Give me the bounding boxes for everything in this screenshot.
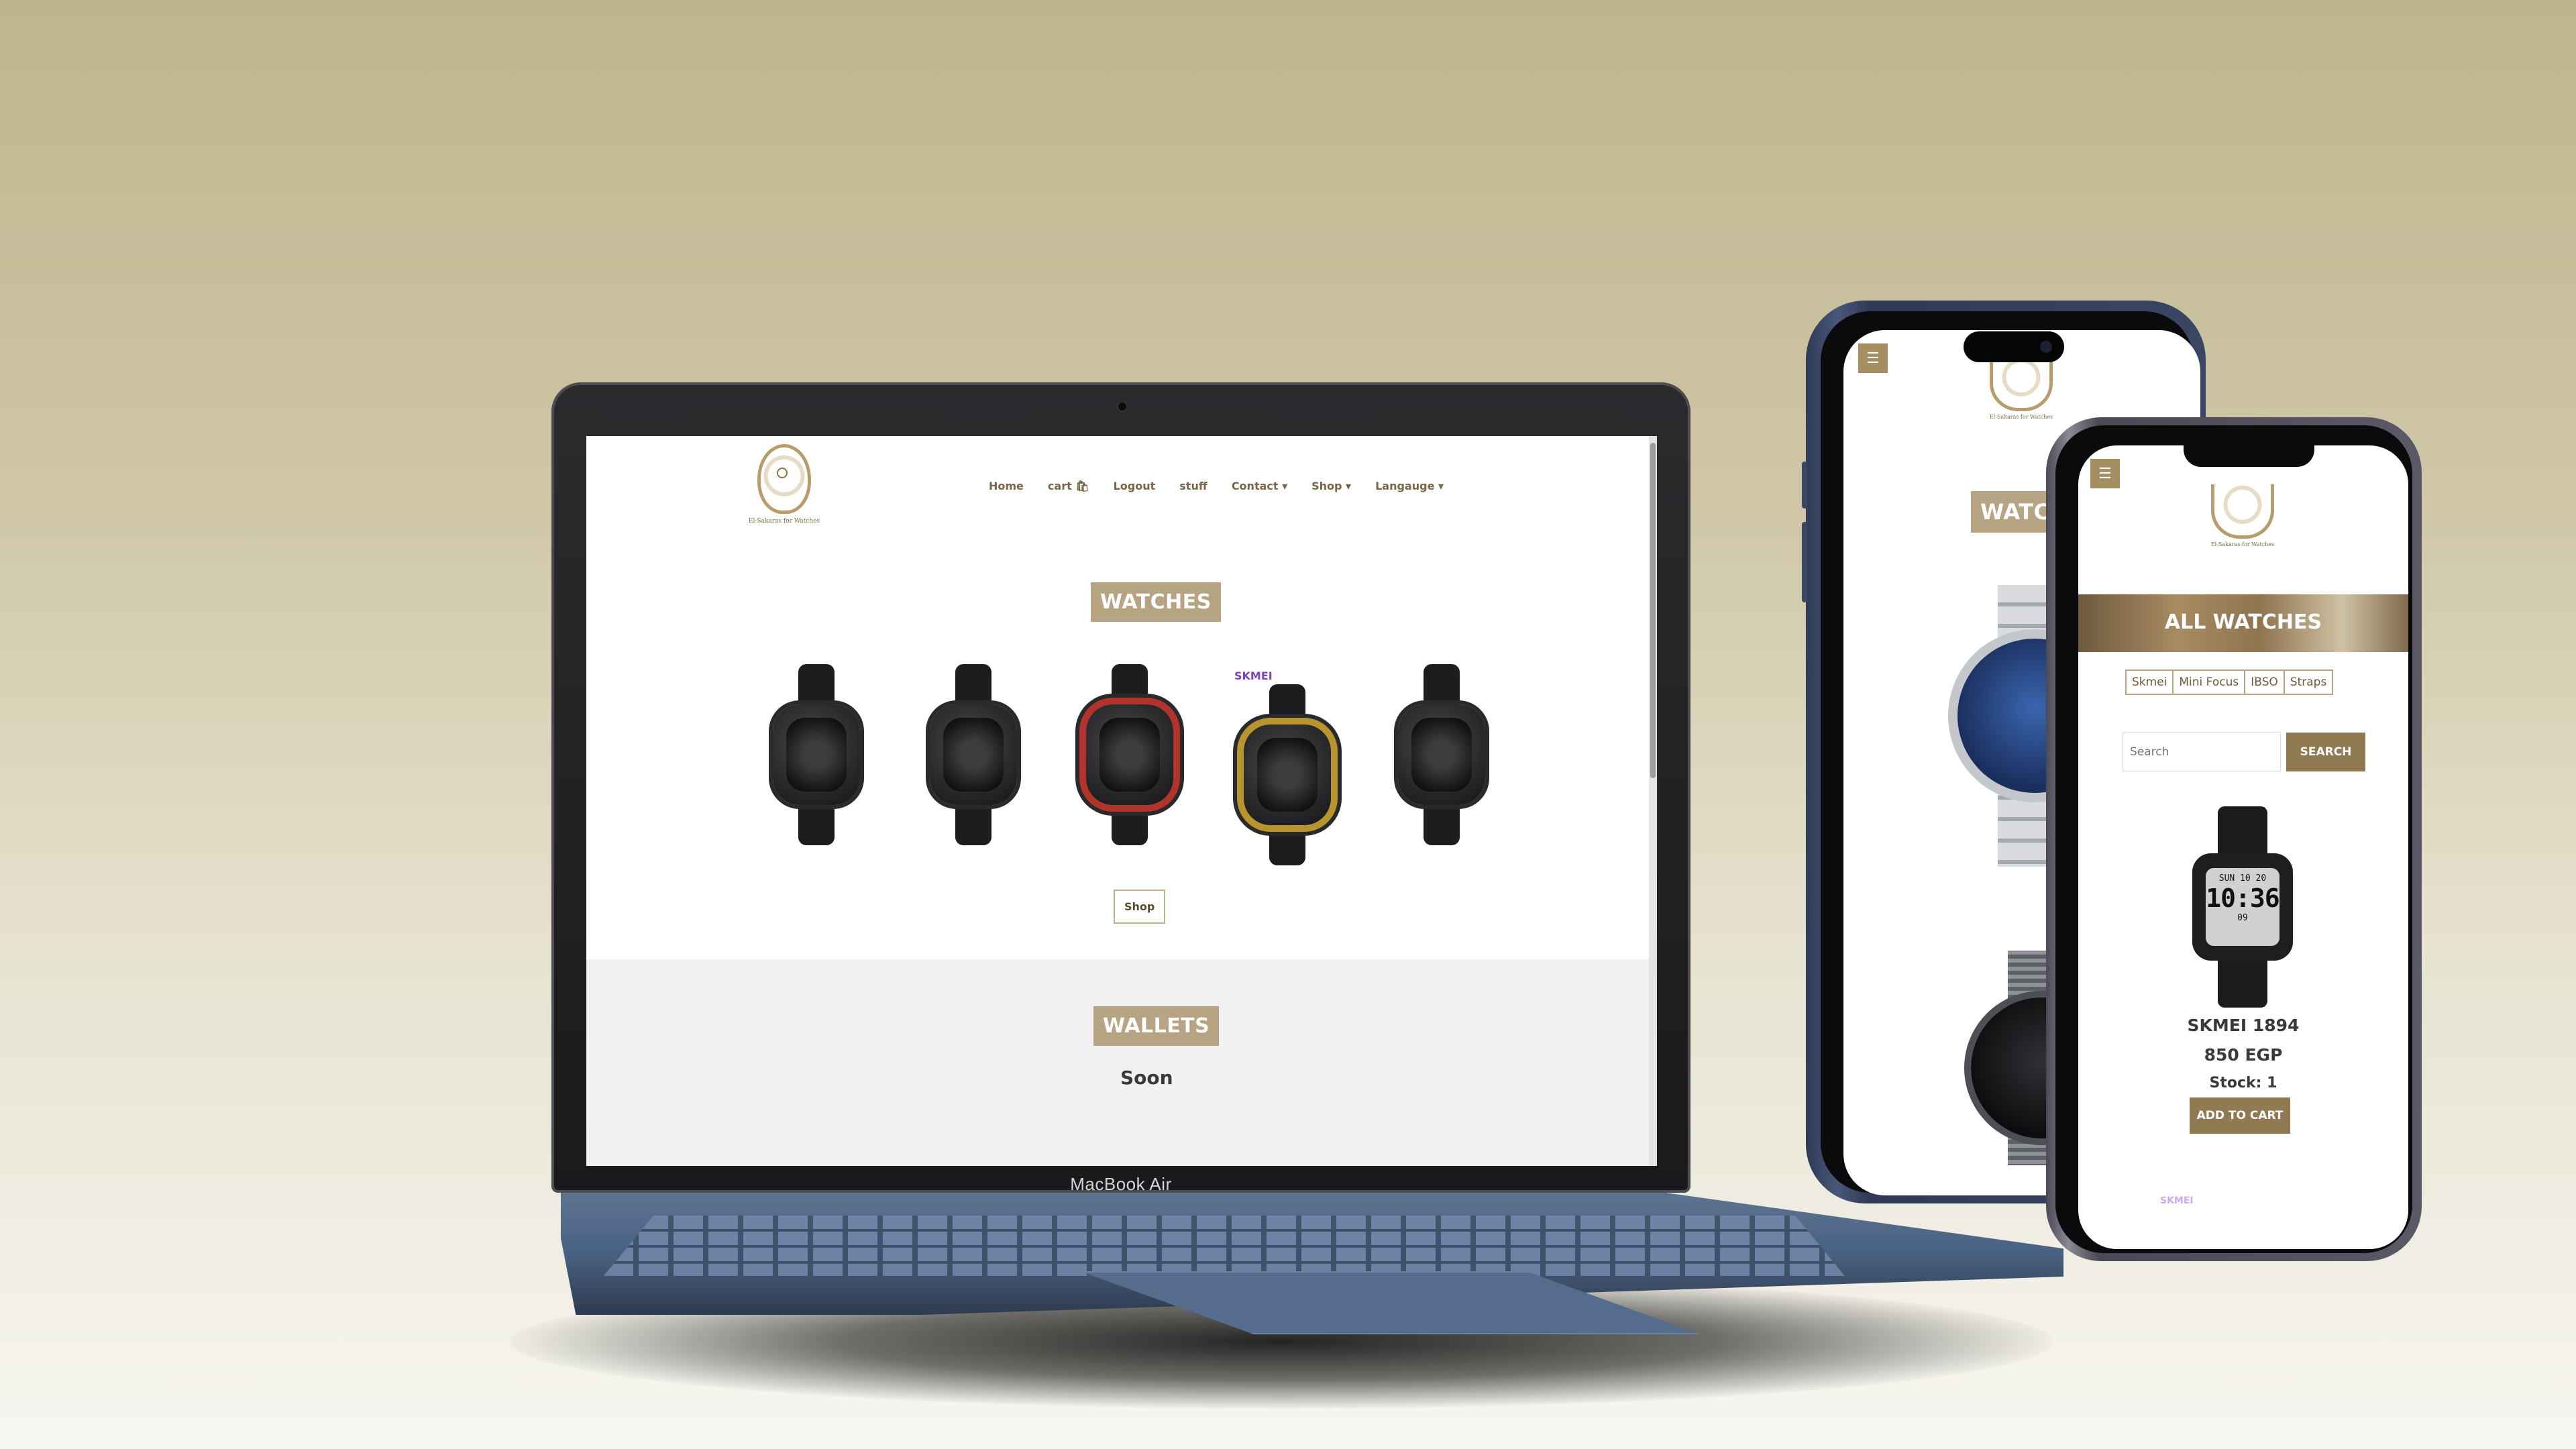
add-to-cart-button[interactable]: ADD TO CART xyxy=(2190,1097,2290,1134)
filter-ibso[interactable]: IBSO xyxy=(2244,669,2285,695)
site-logo[interactable]: El-Sakaras for Watches xyxy=(747,444,821,537)
nav-shop-dropdown[interactable]: Shop ▾ xyxy=(1311,480,1351,492)
hamburger-menu-icon[interactable]: ☰ xyxy=(2090,459,2120,488)
watches-heading: WATCHES xyxy=(1091,582,1221,622)
laptop-camera xyxy=(1118,402,1126,411)
nav-language-dropdown[interactable]: Langauge ▾ xyxy=(1375,480,1444,492)
watch-image-1[interactable] xyxy=(766,664,867,845)
phone-front-logo[interactable]: El-Sakaras for Watches xyxy=(2206,484,2279,547)
nav-logout[interactable]: Logout xyxy=(1114,480,1156,492)
phone-front: ☰ El-Sakaras for Watches ALL WATCHES Skm… xyxy=(2046,417,2422,1261)
phone-back-volume-button xyxy=(1802,522,1807,602)
logo-emblem-icon xyxy=(2211,484,2274,539)
hero-title: ALL WATCHES xyxy=(2164,610,2322,634)
phone-back-logo[interactable]: El-Sakaras for Watches xyxy=(1984,357,2058,420)
hamburger-menu-icon[interactable]: ☰ xyxy=(1858,343,1888,373)
logo-emblem-icon xyxy=(757,444,811,514)
lcd-top: SUN 10 20 xyxy=(2218,873,2267,883)
phone-notch xyxy=(2184,437,2314,467)
product-name: SKMEI 1894 xyxy=(2187,1016,2300,1035)
wallets-status: Soon xyxy=(1120,1067,1173,1089)
nav-home[interactable]: Home xyxy=(989,480,1024,492)
logo-emblem-icon xyxy=(1990,357,2053,411)
page-scrollbar[interactable] xyxy=(1649,436,1657,1166)
scrollbar-thumb[interactable] xyxy=(1650,443,1656,778)
phone-front-screen: ☰ El-Sakaras for Watches ALL WATCHES Skm… xyxy=(2078,445,2408,1249)
nav-contact-dropdown[interactable]: Contact ▾ xyxy=(1232,480,1287,492)
keyboard-rows xyxy=(604,1216,1845,1276)
watch-image-5[interactable] xyxy=(1391,664,1492,845)
dynamic-island xyxy=(1964,331,2064,362)
logo-caption: El-Sakaras for Watches xyxy=(2210,541,2275,547)
watch-lcd: SUN 10 20 10:36 09 xyxy=(2206,868,2280,946)
watch-image-3[interactable] xyxy=(1079,664,1180,845)
skmei-brand-tag: SKMEI xyxy=(1234,669,1273,682)
logo-caption: El-Sakaras for Watches xyxy=(748,518,820,525)
watch-image-2[interactable] xyxy=(923,664,1024,845)
laptop-lid: El-Sakaras for Watches Home cart 🛍 Logou… xyxy=(551,382,1690,1194)
logo-caption: El-Sakaras for Watches xyxy=(1989,414,2053,420)
filter-straps[interactable]: Straps xyxy=(2283,669,2334,695)
filter-skmei[interactable]: Skmei xyxy=(2125,669,2174,695)
wallets-section xyxy=(586,959,1657,1166)
product-price: 850 EGP xyxy=(2204,1045,2283,1065)
nav-cart[interactable]: cart 🛍 xyxy=(1048,480,1089,492)
product-stock: Stock: 1 xyxy=(2209,1075,2277,1091)
laptop-brand-label: MacBook Air xyxy=(1070,1174,1172,1194)
main-nav: Home cart 🛍 Logout stuff Contact ▾ Shop … xyxy=(989,480,1444,492)
category-filter: Skmei Mini Focus IBSO Straps xyxy=(2125,669,2334,695)
watch-image-4[interactable] xyxy=(1237,684,1338,865)
nav-stuff[interactable]: stuff xyxy=(1179,480,1208,492)
search-button[interactable]: SEARCH xyxy=(2286,733,2365,771)
lcd-time: 10:36 xyxy=(2206,883,2279,913)
wallets-heading: WALLETS xyxy=(1093,1006,1220,1046)
filter-mini-focus[interactable]: Mini Focus xyxy=(2172,669,2246,695)
search-input[interactable] xyxy=(2123,733,2281,771)
shop-button[interactable]: Shop xyxy=(1114,890,1166,924)
skmei-footer-tag: SKMEI xyxy=(2160,1195,2194,1206)
phone-back-side-button xyxy=(1802,462,1807,508)
product-image[interactable]: SUN 10 20 10:36 09 xyxy=(2192,806,2293,1008)
laptop-screen: El-Sakaras for Watches Home cart 🛍 Logou… xyxy=(586,436,1657,1166)
lcd-bottom: 09 xyxy=(2237,913,2248,923)
